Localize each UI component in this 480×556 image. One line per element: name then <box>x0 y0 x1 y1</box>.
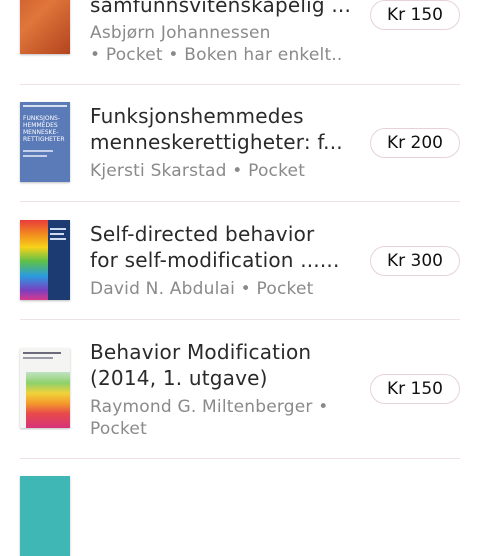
book-meta: David N. Abdulai • Pocket <box>90 278 360 300</box>
book-title-line: for self-modification ...... <box>90 248 340 272</box>
book-title: Behavior Modification (2014, 1. utgave) <box>90 339 360 391</box>
book-cover-image: FUNKSJONS- HEMMEDES MENNESKE- RETTIGHETE… <box>20 102 70 182</box>
book-title-line: menneskerettigheter: f... <box>90 130 343 154</box>
book-format: Pocket <box>248 161 306 181</box>
author-name: David N. Abdulai <box>90 279 236 299</box>
divider <box>20 84 460 85</box>
price-button[interactable]: Kr 300 <box>370 246 460 276</box>
book-cover-image <box>20 220 70 300</box>
book-cover-image <box>20 0 70 54</box>
book-title: Self-directed behavior for self-modifica… <box>90 221 360 273</box>
book-author: David N. Abdulai • Pocket <box>90 279 314 299</box>
book-format: Pocket <box>90 419 147 439</box>
price-button[interactable]: Kr 150 <box>370 0 460 30</box>
author-name: Kjersti Skarstad <box>90 161 227 181</box>
book-title-line: Funksjonshemmedes <box>90 104 304 128</box>
book-title-line: Self-directed behavior <box>90 222 315 246</box>
book-title: Funksjonshemmedes menneskerettigheter: f… <box>90 103 360 155</box>
book-format: Pocket <box>105 45 163 65</box>
book-cover-image <box>20 348 70 428</box>
book-title: samfunnsvitenskapelig ... <box>90 0 360 18</box>
divider <box>20 458 460 459</box>
author-name: Asbjørn Johannessen <box>90 23 271 43</box>
book-details: • Pocket • Boken har enkelt.. <box>90 45 343 65</box>
divider <box>20 319 460 320</box>
divider <box>20 201 460 202</box>
book-details: Pocket <box>90 418 360 440</box>
price-button[interactable]: Kr 200 <box>370 128 460 158</box>
book-format: Pocket <box>256 279 314 299</box>
book-author: Kjersti Skarstad • Pocket <box>90 161 306 181</box>
cover-title-line: RETTIGHETER <box>23 136 65 143</box>
book-title-line: (2014, 1. utgave) <box>90 366 268 390</box>
book-author: Raymond G. Miltenberger • <box>90 397 329 417</box>
book-author: Asbjørn Johannessen <box>90 22 360 44</box>
book-meta: Kjersti Skarstad • Pocket <box>90 160 360 182</box>
book-meta: Raymond G. Miltenberger • Pocket <box>90 396 360 440</box>
price-button[interactable]: Kr 150 <box>370 374 460 404</box>
book-note: Boken har enkelt.. <box>184 45 343 65</box>
book-title-line: samfunnsvitenskapelig ... <box>90 0 352 17</box>
author-name: Raymond G. Miltenberger <box>90 397 313 417</box>
book-cover-image <box>20 476 70 556</box>
book-title-line: Behavior Modification <box>90 340 312 364</box>
book-meta: Asbjørn Johannessen • Pocket • Boken har… <box>90 22 360 66</box>
